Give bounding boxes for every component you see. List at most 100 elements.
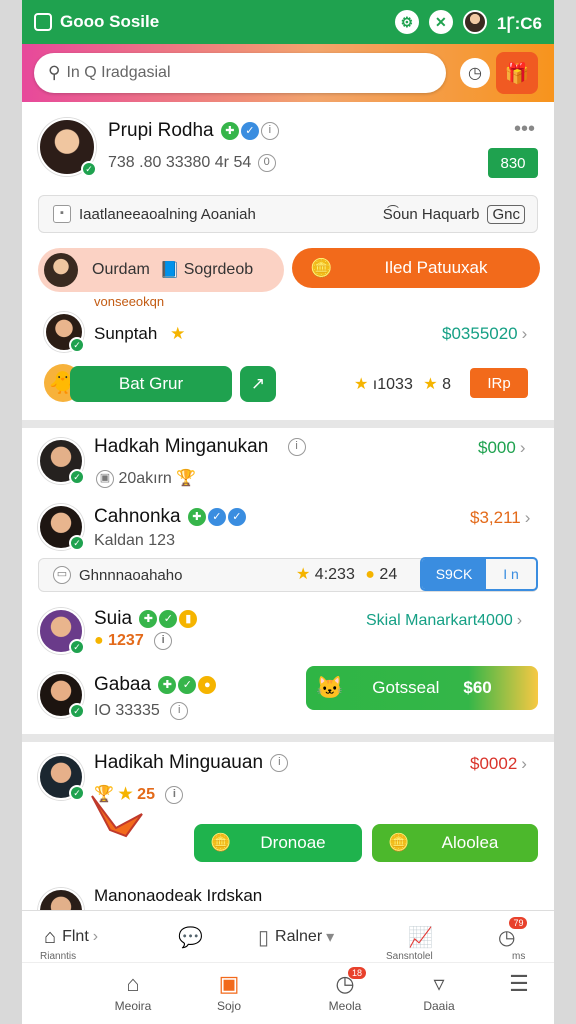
list-item-sub: Kaldan 123 — [94, 532, 175, 549]
divider — [22, 420, 554, 428]
timer-icon[interactable]: ◷ — [460, 58, 490, 88]
nav-clock-badge: 18 — [347, 967, 366, 979]
suia-name: Suia — [94, 608, 133, 629]
book-icon: 📘 — [159, 262, 180, 279]
suia-amount-link[interactable]: Skial Manarkart4000 › — [366, 612, 522, 630]
list-item-sub: 20akırn — [118, 470, 172, 487]
promo-left-button[interactable]: Ourdam 📘 Sogrdeob — [38, 248, 284, 292]
list-avatar[interactable]: ✓ — [38, 438, 85, 485]
coin-icon: ● — [198, 675, 217, 694]
sunptah-amount: $0355020 — [442, 324, 518, 343]
suia-avatar[interactable]: ✓ — [38, 608, 85, 655]
promo-left-label: Ourdam — [92, 261, 150, 278]
gabaa-avatar[interactable]: ✓ — [38, 672, 85, 719]
home-icon: ⌂ — [44, 925, 57, 948]
nav-home[interactable]: ⌂ Meoira — [98, 971, 168, 1013]
search-header: ⚲ In Q Iradgasial ◷ 🎁 — [22, 44, 554, 102]
nav-download[interactable]: ▿ Daaia — [404, 971, 474, 1013]
list-avatar[interactable] — [38, 888, 84, 910]
list-avatar[interactable]: ✓ — [38, 504, 85, 551]
verified-icon: ✓ — [69, 639, 85, 655]
chevron-right-icon: › — [519, 438, 526, 457]
search-input[interactable]: ⚲ In Q Iradgasial — [34, 53, 446, 93]
trending-icon: 📈 — [408, 926, 433, 949]
divider — [22, 734, 554, 742]
filter-label: Ghnnnaoahaho — [79, 566, 183, 584]
chevron-right-icon: › — [521, 754, 527, 773]
info-icon: i — [165, 785, 184, 804]
segment-left[interactable]: S9CK — [422, 559, 486, 589]
promo-right-label: Iled Patuuxak — [384, 258, 488, 277]
sunptah-avatar[interactable]: ✓ — [44, 312, 85, 353]
list-item-amount: $3,211 — [470, 508, 521, 527]
primary-action-button[interactable]: Bat Grur — [70, 366, 232, 402]
tab-trending-sub: Sansntolel — [386, 951, 433, 962]
nav-shop[interactable]: ▣ Sojo — [194, 971, 264, 1013]
gabaa-button-amount: $60 — [463, 678, 492, 697]
last-item-name: Manonaodeak Irdskan — [94, 886, 263, 905]
nav-menu[interactable]: ☰ — [484, 971, 554, 999]
verified-icon: ✓ — [69, 469, 85, 485]
hadikah2-button-2-label: Aloolea — [441, 833, 499, 852]
nav-download-label: Daaia — [423, 999, 455, 1013]
suia-sub: 1237 — [108, 632, 144, 650]
verified-icon: ✓ — [81, 161, 97, 177]
share-icon[interactable]: ↗ — [240, 366, 276, 402]
verified-blue-icon: ✓ — [227, 507, 246, 526]
profile-name: Prupi Rodha — [108, 120, 214, 141]
info-bar-button[interactable]: Gnc — [487, 204, 525, 224]
gift-icon[interactable]: 🎁 — [496, 52, 538, 94]
status-bar: Gooo Sosile ⚙ ✕ 1Ꞅ:C6 — [22, 0, 554, 44]
tab-time-badge: 79 — [509, 917, 528, 929]
profile-action-button[interactable]: 830 — [488, 148, 538, 178]
sunptah-amount-link[interactable]: $0355020 › — [442, 324, 527, 344]
tab-ralner[interactable]: ▯ Ralner ▾ — [258, 911, 334, 963]
gabaa-action-button[interactable]: 🐱 Gotsseal $60 — [306, 666, 538, 710]
settings-icon[interactable]: ⚙ — [394, 10, 419, 34]
hadikah2-button-2[interactable]: 🪙 Aloolea — [372, 824, 538, 862]
bottom-nav: ⌂ Meoira ▣ Sojo ◷ 18 Meola ▿ Daaia ☰ — [22, 962, 554, 1024]
list-item-name: Cahnonka — [94, 506, 181, 527]
clover-icon: ✚ — [187, 507, 206, 526]
clock-time: 1Ꞅ:C6 — [496, 13, 542, 33]
hadikah2-name: Hadikah Minguauan — [94, 752, 264, 773]
star-icon: ★ — [296, 566, 311, 583]
chevron-right-icon: › — [92, 928, 99, 945]
info-icon: i — [287, 437, 306, 456]
user-avatar[interactable] — [462, 10, 487, 34]
more-icon[interactable]: ••• — [514, 118, 535, 141]
secondary-action-button[interactable]: IRp — [470, 368, 528, 398]
coin-stack-icon: 🪙 — [388, 833, 410, 852]
chat-icon: ▭ — [53, 566, 71, 584]
list-item-amount-link[interactable]: $3,211 › — [470, 508, 530, 528]
promo-right-button[interactable]: 🪙 Iled Patuuxak — [292, 248, 540, 288]
nav-clock-label: Meola — [328, 999, 362, 1013]
nav-clock[interactable]: ◷ 18 Meola — [310, 967, 380, 1013]
tab-first-sub: Rianntis — [40, 951, 77, 962]
actions-stat1: ı1033 — [372, 376, 413, 393]
list-avatar[interactable]: ✓ — [38, 754, 85, 801]
filter-stat2: 24 — [379, 566, 398, 583]
profile-avatar[interactable]: ✓ — [38, 118, 97, 177]
list-item-amount-link[interactable]: $000 › — [478, 438, 526, 458]
promo-left-label2: Sogrdeob — [183, 261, 254, 278]
tab-comments[interactable]: 💬 — [178, 911, 203, 963]
chevron-right-icon: › — [516, 612, 523, 629]
mascot-icon: 🐱 — [316, 675, 344, 700]
segment-right[interactable]: I n — [486, 559, 536, 589]
app-window: Gooo Sosile ⚙ ✕ 1Ꞅ:C6 ⚲ In Q Iradgasial … — [22, 0, 554, 1024]
info-icon: i — [154, 632, 173, 650]
segmented-control: S9CK I n — [420, 557, 538, 591]
star-icon: ★ — [423, 376, 438, 393]
main-feed: ✓ Prupi Rodha ✚ ✓ i 738 .80 33380 4r 54 0 … — [22, 102, 554, 910]
hadikah2-amount-link[interactable]: $0002 › — [470, 754, 527, 774]
coin-icon: ● — [365, 566, 375, 583]
chevron-right-icon: › — [524, 508, 531, 527]
verified-icon: ✓ — [69, 703, 85, 719]
tab-first-label: Flnt — [62, 928, 89, 945]
close-icon[interactable]: ✕ — [428, 10, 453, 34]
gabaa-sub: IO 33335 — [94, 702, 160, 720]
chevron-right-icon: › — [521, 324, 528, 343]
info-bar[interactable]: ▪ Iaatlaneeaoalning Aoaniah S͡oun Haquar… — [38, 195, 538, 233]
hadikah2-button-1[interactable]: 🪙 Dronoae — [194, 824, 362, 862]
